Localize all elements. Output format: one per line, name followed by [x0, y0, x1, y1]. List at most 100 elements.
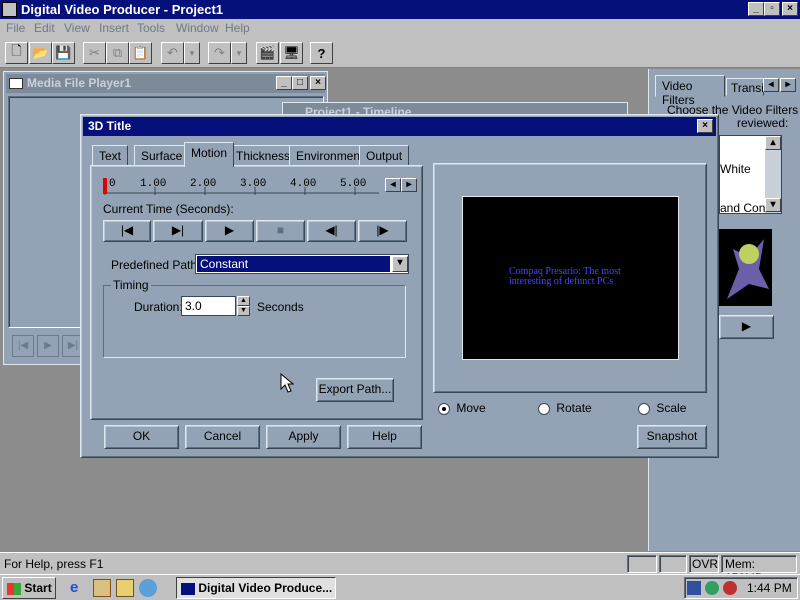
chevron-down-icon[interactable]: ▾ [392, 256, 408, 272]
menu-edit[interactable]: Edit [34, 21, 55, 35]
radio-scale-indicator[interactable] [638, 402, 650, 415]
quicklaunch-ie-icon[interactable]: e [70, 579, 88, 597]
tab-scroll-left-icon[interactable]: ◂ [763, 78, 779, 92]
radio-scale[interactable]: Scale [638, 401, 686, 415]
stop-button[interactable]: ■ [256, 220, 305, 242]
redo-icon[interactable]: ↷ [208, 42, 231, 64]
help-button[interactable]: Help [347, 425, 422, 449]
status-ovr: OVR [689, 555, 719, 573]
tab-output[interactable]: Output [359, 145, 410, 166]
duration-spinner[interactable]: ▲ ▼ [237, 296, 250, 316]
ruler-scroll-left-icon[interactable]: ◂ [385, 178, 401, 192]
duration-label: Duration: [134, 300, 183, 314]
filter-preview-image [719, 229, 772, 306]
tab-text-label: Text [99, 149, 122, 163]
undo-dropdown-icon[interactable]: ▾ [184, 42, 200, 64]
tab-text[interactable]: Text [92, 145, 129, 166]
ruler-label-3: 3.00 [240, 178, 267, 190]
radio-rotate-indicator[interactable] [538, 402, 550, 415]
close-button[interactable]: × [782, 2, 798, 16]
tab-motion[interactable]: Motion [184, 142, 235, 167]
dialog-title: 3D Title [88, 119, 132, 133]
player-maximize-button[interactable]: □ [292, 76, 308, 90]
menu-file[interactable]: File [6, 21, 25, 35]
tab-scroll-right-icon[interactable]: ▸ [780, 78, 796, 92]
player-minimize-button[interactable]: _ [276, 76, 292, 90]
apply-button[interactable]: Apply [266, 425, 341, 449]
go-to-start-button[interactable]: |◀ [103, 220, 151, 242]
taskbar: Start e Digital Video Produce... 1:44 PM [0, 574, 800, 600]
copy-icon[interactable]: ⧉ [106, 42, 129, 64]
task-label: Digital Video Produce... [198, 581, 333, 595]
filter-play-button[interactable]: ▶ [719, 315, 774, 339]
quicklaunch-desktop-icon[interactable] [116, 579, 134, 597]
duration-input[interactable]: 3.0 [181, 296, 236, 316]
tab-surface[interactable]: Surface [134, 145, 190, 166]
radio-rotate[interactable]: Rotate [538, 401, 592, 415]
tray-volume-icon[interactable] [723, 581, 737, 595]
dialog-3d-title: 3D Title × Text Surface Motion Thickness… [80, 114, 719, 458]
ruler-label-5: 5.00 [340, 178, 367, 190]
taskbar-task-dvp[interactable]: Digital Video Produce... [176, 577, 336, 599]
windows-logo-icon [7, 582, 21, 595]
cut-icon[interactable]: ✂ [83, 42, 106, 64]
right-panel-tab-transitions[interactable]: Transi [726, 78, 764, 96]
ruler-label-0: 0 [109, 178, 116, 190]
radio-move-indicator[interactable] [438, 402, 450, 415]
tray-network-icon[interactable] [687, 581, 701, 595]
clapper-icon[interactable]: 🎬 [256, 42, 279, 64]
minimize-button[interactable]: _ [748, 2, 764, 16]
tray-gear-icon[interactable] [705, 581, 719, 595]
menu-insert[interactable]: Insert [99, 21, 129, 35]
predefined-path-select[interactable]: Constant ▾ [195, 254, 409, 274]
filter-preview-graphic [727, 239, 769, 299]
redo-dropdown-icon[interactable]: ▾ [231, 42, 247, 64]
play-icon[interactable]: ▶ [37, 335, 59, 357]
filters-list-scrollbar[interactable]: ▴ ▾ [765, 136, 781, 213]
list-scroll-down-icon[interactable]: ▾ [765, 198, 781, 212]
menu-tools[interactable]: Tools [137, 21, 165, 35]
play-button[interactable]: ▶ [205, 220, 254, 242]
tab-transitions-label: Transi [731, 81, 764, 95]
open-icon[interactable]: 📂 [29, 42, 52, 64]
paste-icon[interactable]: 📋 [129, 42, 152, 64]
task-app-icon [181, 582, 195, 595]
radio-move[interactable]: Move [438, 401, 486, 415]
previous-frame-icon[interactable]: |◀ [12, 335, 34, 357]
filter-item-white[interactable]: White [720, 162, 751, 176]
tab-thickness-label: Thickness [236, 149, 291, 163]
go-to-end-button[interactable]: |▶ [358, 220, 407, 242]
spinner-up-icon[interactable]: ▲ [237, 296, 250, 306]
snapshot-button[interactable]: Snapshot [637, 425, 707, 449]
cancel-button[interactable]: Cancel [185, 425, 260, 449]
menu-help[interactable]: Help [225, 21, 250, 35]
right-panel-tab-video-filters[interactable]: Video Filters [655, 75, 725, 107]
undo-icon[interactable]: ↶ [161, 42, 184, 64]
player-controls: |◀ ▶ ▶| [12, 335, 88, 357]
player-close-button[interactable]: × [310, 76, 326, 90]
ok-button[interactable]: OK [104, 425, 179, 449]
menu-window[interactable]: Window [176, 21, 219, 35]
spinner-down-icon[interactable]: ▼ [237, 306, 250, 316]
new-icon[interactable]: 🗋 [5, 42, 28, 64]
tab-thickness[interactable]: Thickness [229, 145, 298, 166]
ruler-label-1: 1.00 [140, 178, 167, 190]
app-icon [2, 2, 17, 17]
dialog-close-button[interactable]: × [697, 119, 713, 133]
monitor-icon[interactable]: 🖥 [280, 42, 303, 64]
tab-output-label: Output [366, 149, 403, 163]
save-icon[interactable]: 💾 [52, 42, 75, 64]
step-forward-button[interactable]: ▶| [153, 220, 203, 242]
quicklaunch-outlook-icon[interactable] [93, 579, 111, 597]
context-help-icon[interactable]: ? [310, 42, 333, 64]
time-ruler[interactable]: 0 1.00 2.00 3.00 4.00 5.00 [103, 176, 379, 196]
ruler-scroll-right-icon[interactable]: ▸ [401, 178, 417, 192]
export-path-button[interactable]: Export Path... [316, 378, 394, 402]
step-back-button[interactable]: ◀| [307, 220, 356, 242]
start-button[interactable]: Start [2, 577, 56, 599]
time-cursor-marker[interactable] [103, 178, 107, 194]
menu-view[interactable]: View [64, 21, 90, 35]
quicklaunch-channels-icon[interactable] [139, 579, 157, 597]
list-scroll-up-icon[interactable]: ▴ [765, 136, 781, 150]
restore-button[interactable]: ▫ [764, 2, 780, 16]
